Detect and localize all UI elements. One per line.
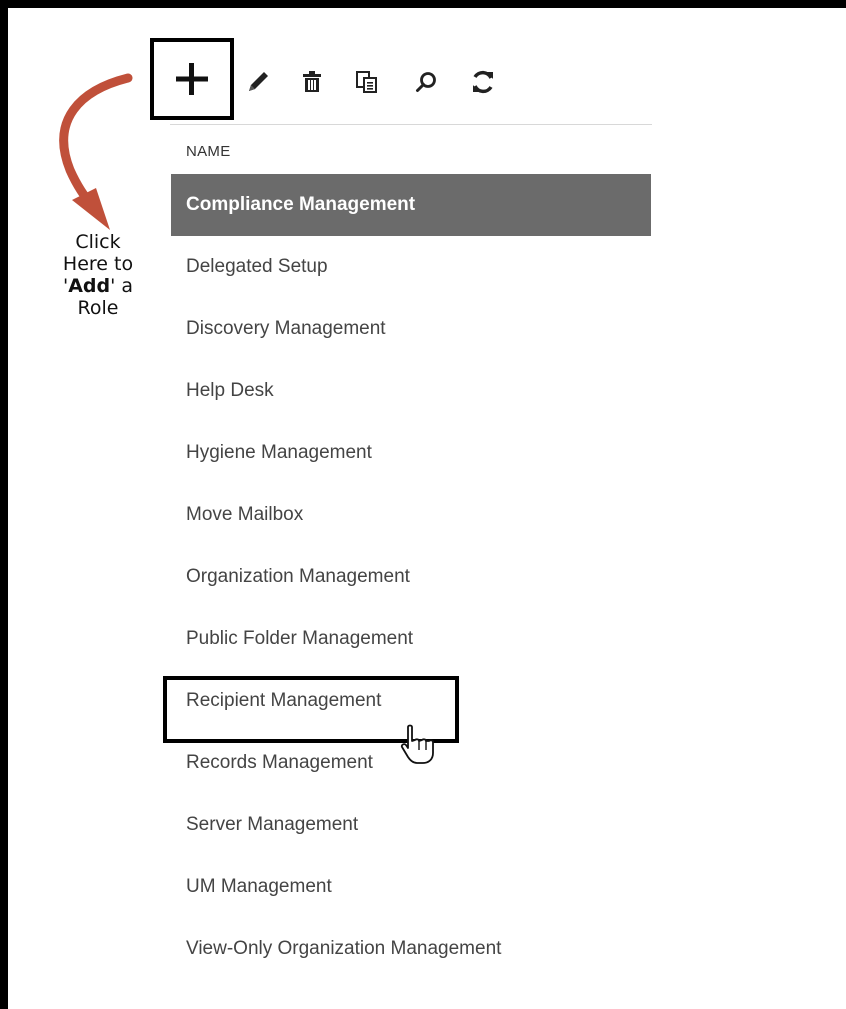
refresh-button[interactable]	[468, 38, 498, 126]
list-item-label: Recipient Management	[186, 690, 382, 711]
pencil-icon	[249, 72, 268, 91]
list-item-label: Public Folder Management	[186, 628, 414, 649]
toolbar	[150, 38, 652, 126]
list-item[interactable]: Public Folder Management	[171, 608, 651, 670]
column-header-name[interactable]: NAME	[186, 143, 231, 160]
list-item-label: UM Management	[186, 876, 332, 897]
list-item[interactable]: View-Only Organization Management	[171, 918, 651, 980]
search-button[interactable]	[412, 38, 440, 126]
callout-line-1: Click	[75, 231, 121, 253]
list-item-label: Compliance Management	[186, 194, 416, 215]
refresh-icon	[473, 70, 493, 94]
list-item[interactable]: UM Management	[171, 856, 651, 918]
annotation-callout: Click Here to 'Add' a Role	[46, 231, 150, 319]
trash-icon	[303, 71, 321, 92]
list-item-label: Discovery Management	[186, 318, 386, 339]
list-item-label: Server Management	[186, 814, 359, 835]
list-item[interactable]: Compliance Management	[171, 174, 651, 236]
search-icon	[416, 72, 436, 92]
list-item-label: Records Management	[186, 752, 373, 773]
list-item-label: View-Only Organization Management	[186, 938, 502, 959]
callout-line-3: 'Add' a	[62, 275, 134, 297]
copy-icon	[356, 71, 377, 93]
list-item[interactable]: Hygiene Management	[171, 422, 651, 484]
list-item[interactable]: Discovery Management	[171, 298, 651, 360]
list-item[interactable]: Help Desk	[171, 360, 651, 422]
plus-icon	[176, 63, 208, 95]
list-item-label: Delegated Setup	[186, 256, 328, 277]
edit-button[interactable]	[242, 38, 274, 126]
list-item-label: Help Desk	[186, 380, 274, 401]
list-item-label: Move Mailbox	[186, 504, 304, 525]
callout-line-4: Role	[77, 297, 119, 319]
list-item[interactable]: Server Management	[171, 794, 651, 856]
toolbar-divider	[170, 124, 652, 125]
list-item[interactable]: Delegated Setup	[171, 236, 651, 298]
list-item-label: Hygiene Management	[186, 442, 372, 463]
delete-button[interactable]	[298, 38, 326, 126]
role-list: Compliance Management Delegated Setup Disc…	[171, 174, 651, 980]
copy-button[interactable]	[352, 38, 382, 126]
annotation-arrow	[59, 73, 133, 230]
list-item[interactable]: Move Mailbox	[171, 484, 651, 546]
hand-cursor-icon	[400, 724, 434, 764]
callout-line-2: Here to	[62, 253, 134, 275]
list-item[interactable]: Organization Management	[171, 546, 651, 608]
list-item-label: Organization Management	[186, 566, 410, 587]
add-button[interactable]	[150, 38, 234, 120]
